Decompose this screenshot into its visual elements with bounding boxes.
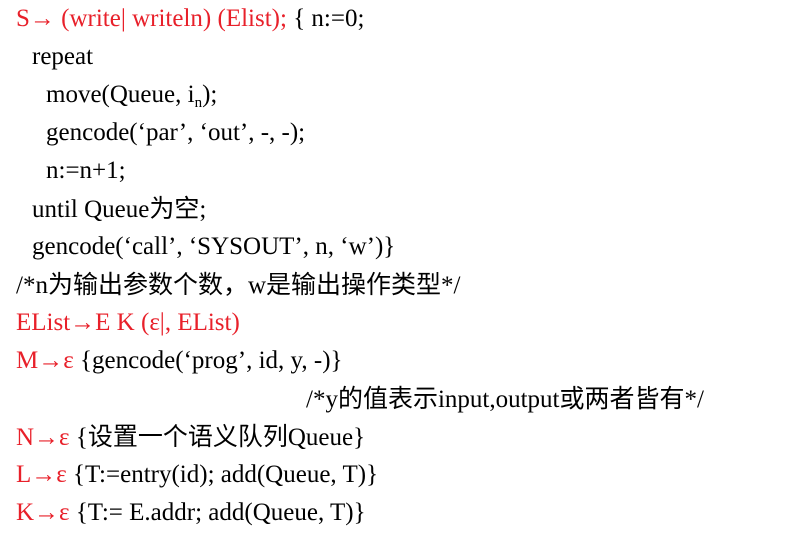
- comment-text: */: [684, 386, 704, 413]
- cjk-text: 设置一个语义队列: [87, 422, 288, 451]
- semantic-action: {T:= E.addr; add(Queue, T)}: [69, 499, 366, 526]
- statement-text: );: [202, 81, 218, 108]
- comment-text: /*n: [16, 272, 48, 299]
- semantic-action: Queue}: [287, 424, 366, 451]
- statement-text: gencode(‘call’, ‘SYSOUT’, n, ‘w’)}: [32, 233, 396, 260]
- code-line-6: until Queue为空;: [32, 190, 206, 228]
- comment-cjk: 为输出参数个数，: [47, 270, 248, 299]
- comment-cjk: 的值表示: [337, 384, 438, 413]
- semantic-action: {T:=entry(id); add(Queue, T)}: [66, 461, 379, 488]
- code-line-7: gencode(‘call’, ‘SYSOUT’, n, ‘w’)}: [32, 228, 395, 266]
- statement-text: n:=n+1;: [46, 157, 126, 184]
- code-line-2: repeat: [32, 38, 93, 76]
- production-head: L→ε: [16, 461, 67, 488]
- comment-line-1: /*n为输出参数个数，w是输出操作类型*/: [16, 266, 461, 304]
- comment-text: input,output: [437, 386, 560, 413]
- comment-line-2: /*y的值表示input,output或两者皆有*/: [306, 380, 704, 418]
- code-line-12: N→ε {设置一个语义队列Queue}: [16, 418, 365, 456]
- semantic-action: {gencode(‘prog’, id, y, -)}: [73, 347, 343, 374]
- comment-text: w: [247, 272, 267, 299]
- code-line-1: S→ (write| writeln) (Elist); { n:=0;: [16, 0, 364, 38]
- code-line-4: gencode(‘par’, ‘out’, -, -);: [46, 114, 305, 152]
- statement-text: gencode(‘par’, ‘out’, -, -);: [46, 119, 306, 146]
- code-line-10: M→ε {gencode(‘prog’, id, y, -)}: [16, 342, 343, 380]
- comment-text: /*y: [306, 386, 338, 413]
- code-line-9: EList→E K (ε|, EList): [16, 304, 240, 342]
- code-line-5: n:=n+1;: [46, 152, 126, 190]
- semantic-action: {: [69, 424, 88, 451]
- production-head: K→ε: [16, 499, 70, 526]
- code-line-14: K→ε {T:= E.addr; add(Queue, T)}: [16, 494, 366, 532]
- subscript-text: n: [194, 95, 203, 111]
- production-head: M→ε: [16, 347, 74, 374]
- production-head: N→ε: [16, 424, 70, 451]
- production-head: EList→E K (ε|, EList): [16, 309, 240, 336]
- statement-text: until Queue: [32, 196, 150, 223]
- comment-cjk: 或两者皆有: [559, 384, 685, 413]
- statement-text: move(Queue, i: [46, 81, 195, 108]
- production-head: S→ (write| writeln) (Elist);: [16, 5, 287, 32]
- semantic-action: { n:=0;: [286, 5, 365, 32]
- code-line-3: move(Queue, in);: [46, 76, 217, 114]
- comment-cjk: 是输出操作类型: [266, 270, 442, 299]
- statement-text: repeat: [32, 43, 94, 70]
- statement-text: ;: [199, 196, 207, 223]
- cjk-text: 为空: [149, 194, 200, 223]
- comment-text: */: [441, 272, 461, 299]
- code-line-13: L→ε {T:=entry(id); add(Queue, T)}: [16, 456, 378, 494]
